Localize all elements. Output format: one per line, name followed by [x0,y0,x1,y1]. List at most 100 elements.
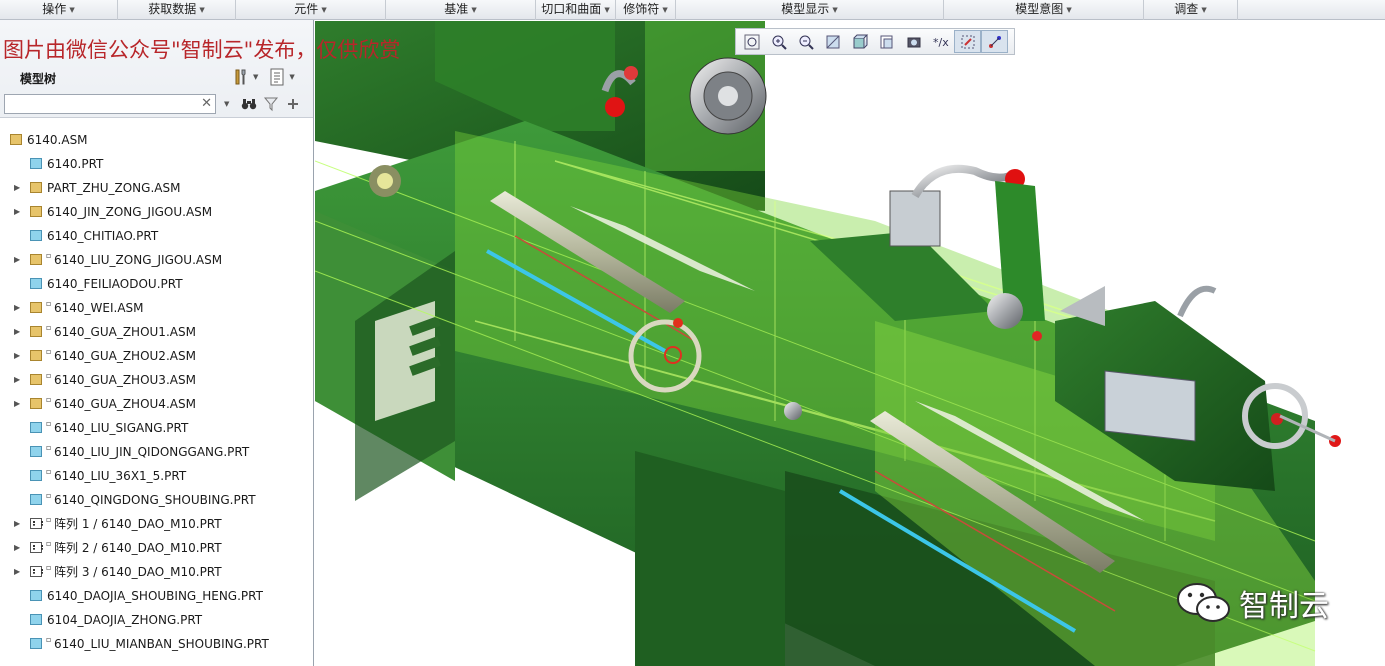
filter-icon[interactable] [260,93,282,115]
chevron-down-icon: ▼ [604,6,610,14]
link-marker-icon: ▫ [46,299,52,308]
brand-text: 智制云 [1239,589,1329,624]
expand-icon[interactable]: ▶ [14,248,20,272]
link-marker-icon: ▫ [46,491,52,500]
ribbon-group-operations[interactable]: 操作 ▼ [0,0,118,20]
ribbon-group-label: 获取数据 [148,2,197,16]
chevron-down-icon[interactable]: ▼ [224,100,229,108]
expand-icon[interactable]: ▶ [14,176,20,200]
model-tree-search-tools [238,93,304,115]
tree-item-label: 6104_DAOJIA_ZHONG.PRT [47,613,203,627]
expand-icon[interactable]: ▶ [14,392,20,416]
model-tree-list: 6140.ASM 6140.PRT ▶ PART_ZHU_ZONG.ASM ▶ 6140_… [0,128,313,656]
tree-item-label: 6140_FEILIAODOU.PRT [47,277,183,291]
ribbon-group-get-data[interactable]: 获取数据 ▼ [118,0,236,20]
assembly-icon [30,326,42,337]
ribbon-group-investigate[interactable]: 调查 ▼ [1144,0,1238,20]
part-icon [30,494,42,505]
tree-item[interactable]: ▶ ▫ 6140_LIU_ZONG_JIGOU.ASM [0,248,313,272]
tree-item[interactable]: 6140.ASM [0,128,313,152]
tree-item-label: 6140_DAOJIA_SHOUBING_HENG.PRT [47,589,263,603]
ribbon-group-cut-surface[interactable]: 切口和曲面 ▼ [536,0,616,20]
assembly-icon [30,302,42,313]
repaint-icon[interactable] [819,30,846,53]
ribbon-group-label: 模型显示 [781,2,830,16]
view-manager-icon[interactable] [900,30,927,53]
lathe-model-view[interactable] [315,21,1385,666]
tree-item[interactable]: ▶ 6140_JIN_ZONG_JIGOU.ASM [0,200,313,224]
expand-icon[interactable]: ▶ [14,368,20,392]
tree-item-label: 阵列 2 / 6140_DAO_M10.PRT [54,541,222,555]
chevron-down-icon: ▼ [199,6,205,14]
tree-item-label: 阵列 1 / 6140_DAO_M10.PRT [54,517,222,531]
tree-item-label: 6140_LIU_SIGANG.PRT [54,421,189,435]
tree-item-label: 6140.PRT [47,157,104,171]
part-icon [30,422,42,433]
annotation-display-icon[interactable]: */x [927,30,954,53]
brand-mark: 智制云 [1175,581,1329,625]
ribbon-group-modifiers[interactable]: 修饰符 ▼ [616,0,676,20]
tree-item[interactable]: ▶ PART_ZHU_ZONG.ASM [0,176,313,200]
settings-icon[interactable] [266,66,288,88]
assembly-icon [30,374,42,385]
spin-center-icon[interactable] [954,30,981,53]
tree-item[interactable]: 6140_DAOJIA_SHOUBING_HENG.PRT [0,584,313,608]
chevron-down-icon: ▼ [1201,6,1207,14]
ribbon-group-component[interactable]: 元件 ▼ [236,0,386,20]
expand-icon[interactable]: ▶ [14,536,20,560]
tree-item-label: PART_ZHU_ZONG.ASM [47,181,181,195]
saved-views-icon[interactable] [873,30,900,53]
close-icon[interactable]: ✕ [201,96,212,111]
tree-item-label: 6140_LIU_MIANBAN_SHOUBING.PRT [54,637,269,651]
search-input[interactable] [5,95,195,113]
ribbon-group-bar: 操作 ▼ 获取数据 ▼ 元件 ▼ 基准 ▼ 切口和曲面 ▼ 修饰符 ▼ 模型显示 ▼ 模型意图… [0,0,1385,20]
add-icon[interactable] [282,93,304,115]
chevron-down-icon[interactable]: ▼ [253,73,258,81]
link-marker-icon: ▫ [46,635,52,644]
refit-icon[interactable] [738,30,765,53]
expand-icon[interactable]: ▶ [14,512,20,536]
find-icon[interactable] [238,93,260,115]
expand-icon[interactable]: ▶ [14,200,20,224]
expand-icon[interactable]: ▶ [14,344,20,368]
link-marker-icon: ▫ [46,323,52,332]
zoom-in-icon[interactable] [765,30,792,53]
expand-icon[interactable]: ▶ [14,296,20,320]
apron-knob [369,165,401,197]
model-tree-title: 模型树 [20,72,57,86]
assembly-icon [30,206,42,217]
ribbon-group-model-display[interactable]: 模型显示 ▼ [676,0,944,20]
zoom-out-icon[interactable] [792,30,819,53]
tree-item-label: 6140_WEI.ASM [54,301,144,315]
part-icon [30,470,42,481]
tree-item-label: 6140.ASM [27,133,88,147]
chevron-down-icon[interactable]: ▼ [289,73,294,81]
tree-item[interactable]: ▶ ▫ 阵列 3 / 6140_DAO_M10.PRT [0,560,313,584]
ribbon-group-datum[interactable]: 基准 ▼ [386,0,536,20]
graphics-window[interactable]: */x 智制云 [315,21,1385,666]
ribbon-group-label: 切口和曲面 [541,2,602,16]
expand-icon[interactable]: ▶ [14,560,20,584]
ribbon-group-model-intent[interactable]: 模型意图 ▼ [944,0,1144,20]
tree-item[interactable]: 6140.PRT [0,152,313,176]
part-icon [30,158,42,169]
link-marker-icon: ▫ [46,443,52,452]
datum-display-icon[interactable] [981,30,1008,53]
expand-icon[interactable]: ▶ [14,320,20,344]
part-icon [30,230,42,241]
display-style-icon[interactable] [846,30,873,53]
show-tool-icon[interactable] [230,66,252,88]
assembly-icon [30,350,42,361]
chevron-down-icon: ▼ [471,6,477,14]
assembly-icon [10,134,22,145]
ribbon-group-label: 修饰符 [623,2,660,16]
ribbon-group-label: 元件 [294,2,319,16]
model-tree-panel: 模型树 ▼ ▼ ✕ ▼ 图片由微信公众号"智制云"发布，仅供欣赏 6140.AS… [0,20,400,666]
tree-item-label: 6140_LIU_JIN_QIDONGGANG.PRT [54,445,250,459]
link-marker-icon: ▫ [46,539,52,548]
part-icon [30,446,42,457]
part-icon [30,614,42,625]
assembly-icon [30,398,42,409]
model-tree-search[interactable]: ✕ [4,94,216,114]
tree-item[interactable]: ▫ 6140_LIU_MIANBAN_SHOUBING.PRT [0,632,313,656]
